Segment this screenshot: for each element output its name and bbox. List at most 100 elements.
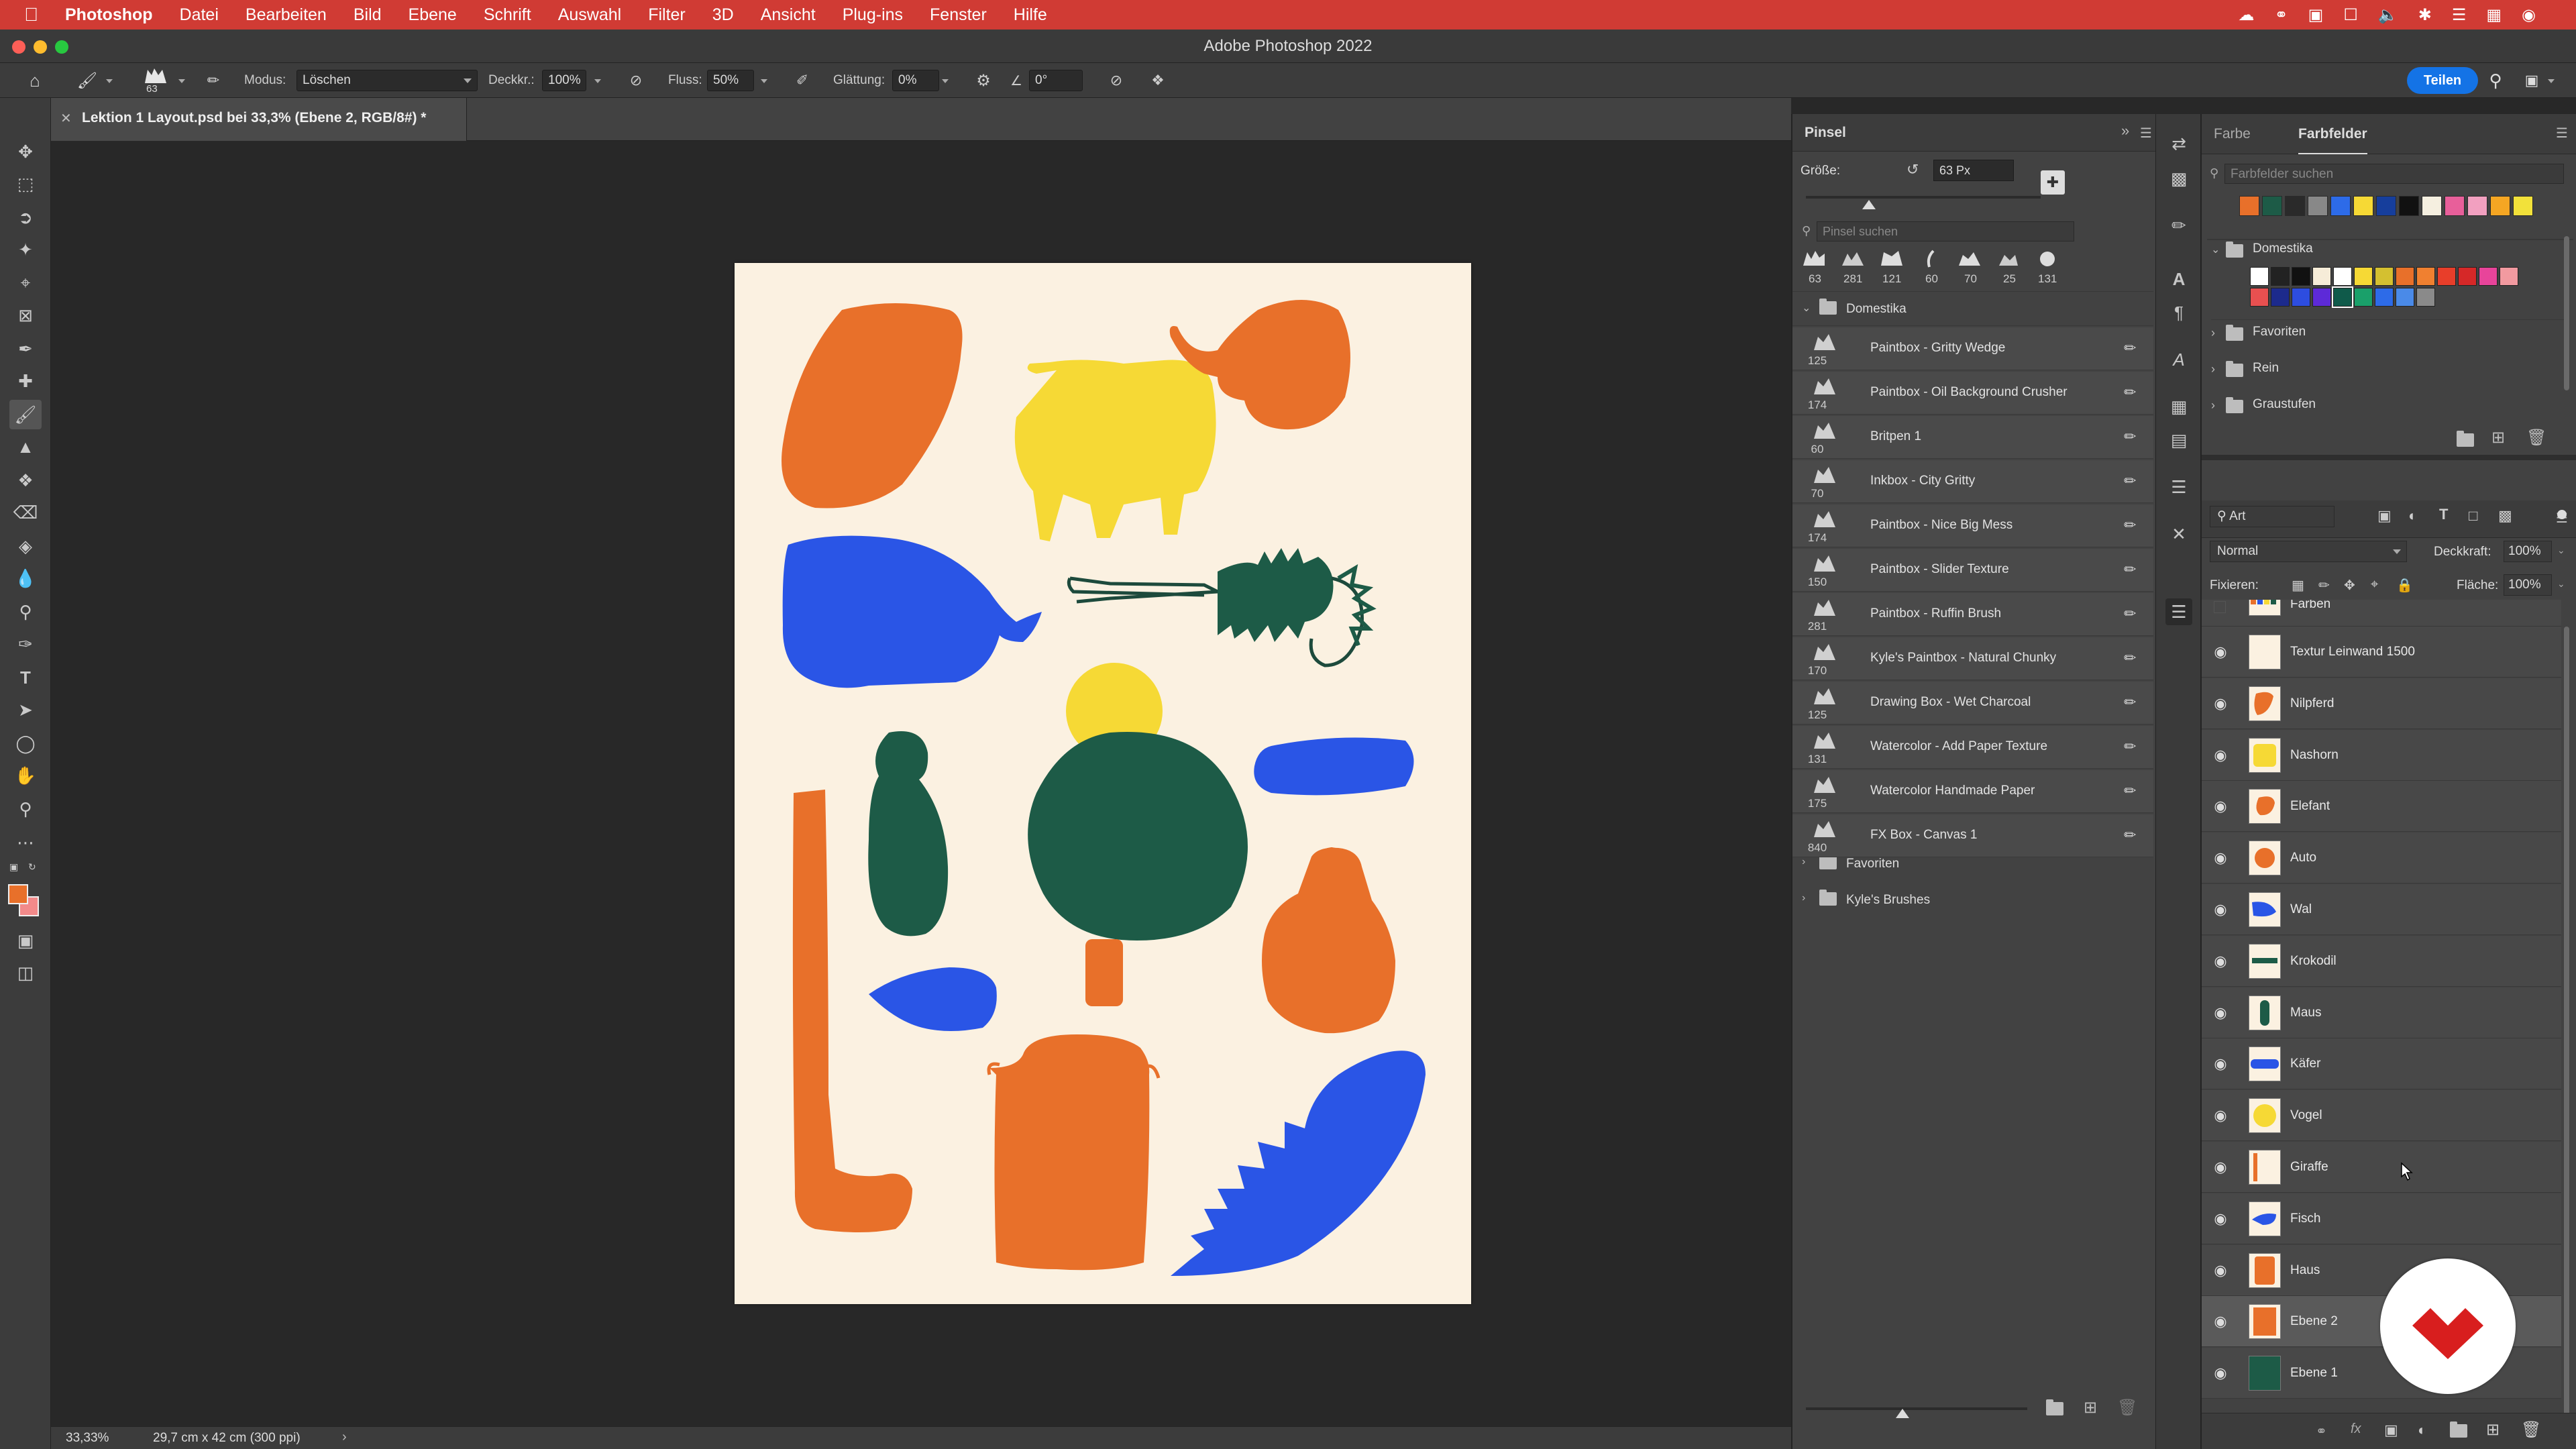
adjustments-panel-icon[interactable]: ☰ xyxy=(2165,474,2192,500)
mode-select[interactable]: Löschen xyxy=(297,70,478,91)
preview-size-slider[interactable] xyxy=(1806,1407,2027,1410)
history-brush-tool-icon[interactable]: ❖ xyxy=(9,466,42,495)
layer-name[interactable]: Giraffe xyxy=(2290,1142,2328,1193)
eye-icon[interactable]: ◉ xyxy=(2212,644,2229,660)
layer-row[interactable]: ◉ Maus xyxy=(2202,987,2561,1038)
chevron-down-icon[interactable] xyxy=(594,79,601,83)
lock-transparency-icon[interactable]: ▦ xyxy=(2292,577,2304,594)
history-panel-icon[interactable]: ⇄ xyxy=(2165,130,2192,157)
eyedropper-tool-icon[interactable]: ✒ xyxy=(9,334,42,364)
script-icon[interactable]: ☐ xyxy=(2343,5,2358,25)
hand-tool-icon[interactable]: ✋ xyxy=(9,761,42,790)
volume-icon[interactable]: 🔈 xyxy=(2378,5,2398,25)
tab-pinsel[interactable]: Pinsel xyxy=(1805,114,1846,152)
edit-brush-icon[interactable]: ✏ xyxy=(2124,517,2139,533)
crop-tool-icon[interactable]: ⌖ xyxy=(9,268,42,298)
tab-farbfelder[interactable]: Farbfelder xyxy=(2298,114,2367,154)
eye-icon[interactable]: ◉ xyxy=(2212,1262,2229,1279)
color-swatch[interactable] xyxy=(2239,196,2259,216)
menu-fenster[interactable]: Fenster xyxy=(930,5,987,25)
workspace-icon[interactable]: ▣ xyxy=(2520,70,2544,91)
color-swatch[interactable] xyxy=(2332,286,2353,308)
chevron-down-icon[interactable] xyxy=(2548,79,2555,83)
swap-colors-icon[interactable]: ↻ xyxy=(28,861,42,872)
more-tools-icon[interactable]: ⋯ xyxy=(9,828,42,857)
color-swatch[interactable] xyxy=(2285,196,2305,216)
screen-mode-icon[interactable]: ◫ xyxy=(9,958,42,987)
panel-menu-icon[interactable]: ☰ xyxy=(2556,125,2568,142)
brush-preset-row[interactable]: 174 Paintbox - Oil Background Crusher ✏ xyxy=(1792,372,2153,415)
pen-tool-icon[interactable]: ✑ xyxy=(9,629,42,659)
eye-icon[interactable]: ◉ xyxy=(2212,953,2229,969)
edit-brush-icon[interactable]: ✏ xyxy=(2124,561,2139,578)
new-group-icon[interactable] xyxy=(2046,1399,2063,1415)
color-swatch[interactable] xyxy=(2353,196,2373,216)
edit-brush-icon[interactable]: ✏ xyxy=(2124,472,2139,489)
layer-row[interactable]: ◉ Auto xyxy=(2202,833,2561,884)
smoothing-field[interactable]: 0% xyxy=(892,70,939,91)
airbrush-icon[interactable]: ✐ xyxy=(790,70,814,91)
layer-row[interactable]: ◉ Giraffe xyxy=(2202,1142,2561,1193)
brush-preset-row[interactable]: 174 Paintbox - Nice Big Mess ✏ xyxy=(1792,504,2153,547)
edit-brush-icon[interactable]: ✏ xyxy=(2124,649,2139,666)
eye-icon[interactable]: ◉ xyxy=(2212,1004,2229,1021)
eye-icon[interactable]: ◉ xyxy=(2212,1108,2229,1124)
chevron-down-icon[interactable] xyxy=(106,79,113,83)
dodge-tool-icon[interactable]: ⚲ xyxy=(9,597,42,627)
chevron-down-icon[interactable]: ⌄ xyxy=(2557,545,2565,556)
brush-tool-preset-icon[interactable]: 🖌 xyxy=(75,70,99,91)
brush-preset-row[interactable]: 60 Britpen 1 ✏ xyxy=(1792,416,2153,459)
layer-row[interactable]: ◉ Nilpferd xyxy=(2202,678,2561,729)
edit-brush-icon[interactable]: ✏ xyxy=(2124,738,2139,755)
layer-row[interactable]: ◉ Textur Leinwand 1500 xyxy=(2202,627,2561,678)
color-swatch[interactable] xyxy=(2308,196,2328,216)
color-swatch[interactable] xyxy=(2333,267,2352,286)
healing-brush-tool-icon[interactable]: ✚ xyxy=(9,366,42,396)
trash-icon[interactable]: 🗑 xyxy=(2521,1420,2541,1440)
new-layer-icon[interactable]: ⊞ xyxy=(2486,1420,2500,1440)
color-swatch[interactable] xyxy=(2396,288,2414,307)
menu-auswahl[interactable]: Auswahl xyxy=(558,5,622,25)
chevron-down-icon[interactable]: ⌄ xyxy=(2211,243,2220,256)
brush-preset-row[interactable]: 281 Paintbox - Ruffin Brush ✏ xyxy=(1792,593,2153,636)
character-panel-icon[interactable]: A xyxy=(2165,266,2192,292)
chevron-down-icon[interactable] xyxy=(178,79,185,83)
color-swatch[interactable] xyxy=(2376,196,2396,216)
brush-preset-row[interactable]: 150 Paintbox - Slider Texture ✏ xyxy=(1792,549,2153,592)
tools-panel-icon[interactable]: ✕ xyxy=(2165,521,2192,547)
recent-brush[interactable]: 25 xyxy=(1995,248,2027,287)
close-tab-icon[interactable]: ✕ xyxy=(60,110,72,127)
size-field[interactable]: 63 Px xyxy=(1933,160,2014,181)
menu-ebene[interactable]: Ebene xyxy=(409,5,457,25)
brush-preset-row[interactable]: 70 Inkbox - City Gritty ✏ xyxy=(1792,460,2153,503)
control-center-icon[interactable]: ▦ xyxy=(2486,5,2502,25)
gear-icon[interactable]: ⚙ xyxy=(971,70,996,91)
color-swatch[interactable] xyxy=(2399,196,2419,216)
color-swatch[interactable] xyxy=(2271,267,2290,286)
chevron-down-icon[interactable]: ⌄ xyxy=(2557,578,2565,590)
color-swatch[interactable] xyxy=(2312,288,2331,307)
layer-row[interactable]: ◉ Nashorn xyxy=(2202,729,2561,781)
default-colors-icon[interactable]: ▣ xyxy=(9,861,23,872)
edit-brush-icon[interactable]: ✏ xyxy=(2124,428,2139,445)
layer-name[interactable]: Ebene 2 xyxy=(2290,1296,2338,1347)
panel-menu-icon[interactable]: ☰ xyxy=(2140,125,2152,142)
menu-filter[interactable]: Filter xyxy=(648,5,686,25)
blur-tool-icon[interactable]: 💧 xyxy=(9,564,42,593)
brush-preset-row[interactable]: 170 Kyle's Paintbox - Natural Chunky ✏ xyxy=(1792,637,2153,680)
zoom-tool-icon[interactable]: ⚲ xyxy=(9,794,42,824)
pressure-opacity-icon[interactable]: ⊘ xyxy=(624,70,648,91)
visibility-toggle[interactable] xyxy=(2214,601,2226,613)
new-swatch-group-icon[interactable] xyxy=(2457,431,2474,447)
edit-brush-icon[interactable]: ✏ xyxy=(2124,605,2139,622)
eye-icon[interactable]: ◉ xyxy=(2212,1365,2229,1381)
adjustment-layer-icon[interactable]: ◐ xyxy=(2418,1421,2426,1439)
eye-icon[interactable]: ◉ xyxy=(2212,1159,2229,1175)
eye-icon[interactable]: ◉ xyxy=(2212,1210,2229,1227)
brush-settings-panel-icon[interactable]: ✏ xyxy=(201,70,225,91)
link-layers-icon[interactable]: ⚭ xyxy=(2316,1423,2327,1440)
brush-group-kyles-brushes[interactable]: › Kyle's Brushes xyxy=(1792,883,2153,918)
reset-size-icon[interactable]: ↺ xyxy=(1907,161,1919,178)
layer-name[interactable]: Textur Leinwand 1500 xyxy=(2290,627,2415,678)
brush-preset-row[interactable]: 840 FX Box - Canvas 1 ✏ xyxy=(1792,814,2153,857)
